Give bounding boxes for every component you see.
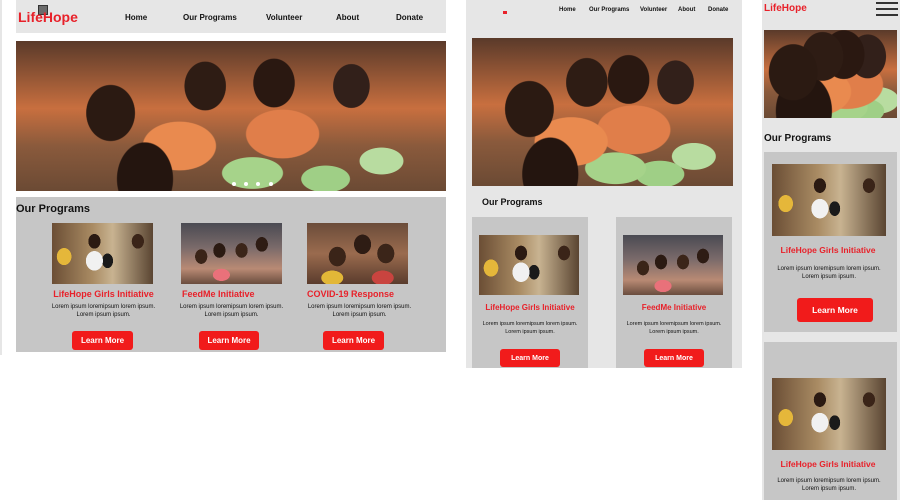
carousel-dot-1[interactable] — [232, 182, 236, 186]
brand-logo[interactable]: LifeHope — [18, 9, 78, 25]
program-text-feedme: Lorem ipsum loremipsum lorem ipsum. Lore… — [179, 304, 284, 318]
mobile-card-1: LifeHope Girls Initiative Lorem ipsum lo… — [764, 152, 897, 332]
tablet-card-text-feedme: Lorem ipsum loremipsum lorem ipsum. Lore… — [626, 321, 722, 335]
program-text-girls: Lorem ipsum loremipsum lorem ipsum. Lore… — [51, 304, 156, 318]
tablet-nav-about[interactable]: About — [678, 7, 695, 13]
program-image-feedme — [181, 223, 282, 284]
mobile-mockup: LifeHope Our Programs LifeHope Girls Ini… — [762, 0, 900, 500]
nav-donate[interactable]: Donate — [396, 13, 423, 22]
section-title: Our Programs — [16, 203, 90, 215]
programs-section: Our Programs LifeHope Girls Initiative L… — [16, 197, 446, 352]
tablet-learn-more-button-feedme[interactable]: Learn More — [644, 349, 704, 367]
hamburger-menu-icon[interactable] — [876, 2, 898, 16]
tablet-card-text-girls: Lorem ipsum loremipsum lorem ipsum. Lore… — [482, 321, 578, 335]
mobile-card-image-girls-2 — [772, 378, 886, 450]
carousel-dot-4[interactable] — [269, 182, 273, 186]
tablet-nav-home[interactable]: Home — [559, 7, 576, 13]
tablet-header: Home Our Programs Volunteer About Donate — [466, 0, 742, 16]
program-image-girls — [52, 223, 153, 284]
carousel-dot-3[interactable] — [256, 182, 260, 186]
desktop-mockup: LifeHope Home Our Programs Volunteer Abo… — [0, 0, 460, 360]
tablet-learn-more-button-girls[interactable]: Learn More — [500, 349, 560, 367]
nav-home[interactable]: Home — [125, 13, 147, 22]
tablet-hero-image — [472, 38, 733, 186]
nav-volunteer[interactable]: Volunteer — [266, 13, 302, 22]
nav-our-programs[interactable]: Our Programs — [183, 13, 237, 22]
learn-more-button-feedme[interactable]: Learn More — [199, 331, 259, 350]
hero-image — [16, 41, 446, 191]
mobile-learn-more-button-girls[interactable]: Learn More — [797, 298, 873, 322]
learn-more-button-covid[interactable]: Learn More — [323, 331, 384, 350]
mobile-card-text-girls: Lorem ipsum loremipsum lorem ipsum. Lore… — [777, 266, 881, 280]
mobile-card-title-girls-2[interactable]: LifeHope Girls Initiative — [764, 459, 892, 469]
tablet-card-image-feedme — [623, 235, 723, 295]
program-title-covid[interactable]: COVID-19 Response — [307, 289, 407, 299]
frame-edge — [0, 0, 2, 355]
tablet-nav-our-programs[interactable]: Our Programs — [589, 7, 629, 13]
tablet-card-1: LifeHope Girls Initiative Lorem ipsum lo… — [472, 217, 588, 368]
program-text-covid: Lorem ipsum loremipsum lorem ipsum. Lore… — [307, 304, 412, 318]
tablet-card-2: FeedMe Initiative Lorem ipsum loremipsum… — [616, 217, 732, 368]
mobile-brand-logo[interactable]: LifeHope — [764, 3, 807, 14]
tablet-section-title: Our Programs — [482, 197, 543, 207]
tablet-brand-mark — [503, 11, 507, 14]
tablet-nav-donate[interactable]: Donate — [708, 7, 728, 13]
learn-more-button-girls[interactable]: Learn More — [72, 331, 133, 350]
program-title-feedme[interactable]: FeedMe Initiative — [182, 289, 260, 299]
mobile-card-text-girls-2: Lorem ipsum loremipsum lorem ipsum. Lore… — [777, 478, 881, 492]
tablet-card-title-feedme[interactable]: FeedMe Initiative — [620, 303, 728, 312]
tablet-card-image-girls — [479, 235, 579, 295]
tablet-mockup: Home Our Programs Volunteer About Donate… — [466, 0, 742, 368]
program-title-girls[interactable]: LifeHope Girls Initiative — [52, 289, 155, 299]
mobile-hero-image — [764, 30, 897, 118]
tablet-card-title-girls[interactable]: LifeHope Girls Initiative — [476, 303, 584, 312]
tablet-nav-volunteer[interactable]: Volunteer — [640, 7, 667, 13]
program-image-covid — [307, 223, 408, 284]
carousel-dot-2[interactable] — [244, 182, 248, 186]
desktop-header: LifeHope Home Our Programs Volunteer Abo… — [16, 0, 446, 33]
mobile-card-title-girls[interactable]: LifeHope Girls Initiative — [764, 245, 892, 255]
nav-about[interactable]: About — [336, 13, 359, 22]
mobile-card-2: LifeHope Girls Initiative Lorem ipsum lo… — [764, 342, 897, 500]
mobile-section-title: Our Programs — [764, 133, 832, 144]
mobile-card-image-girls — [772, 164, 886, 236]
